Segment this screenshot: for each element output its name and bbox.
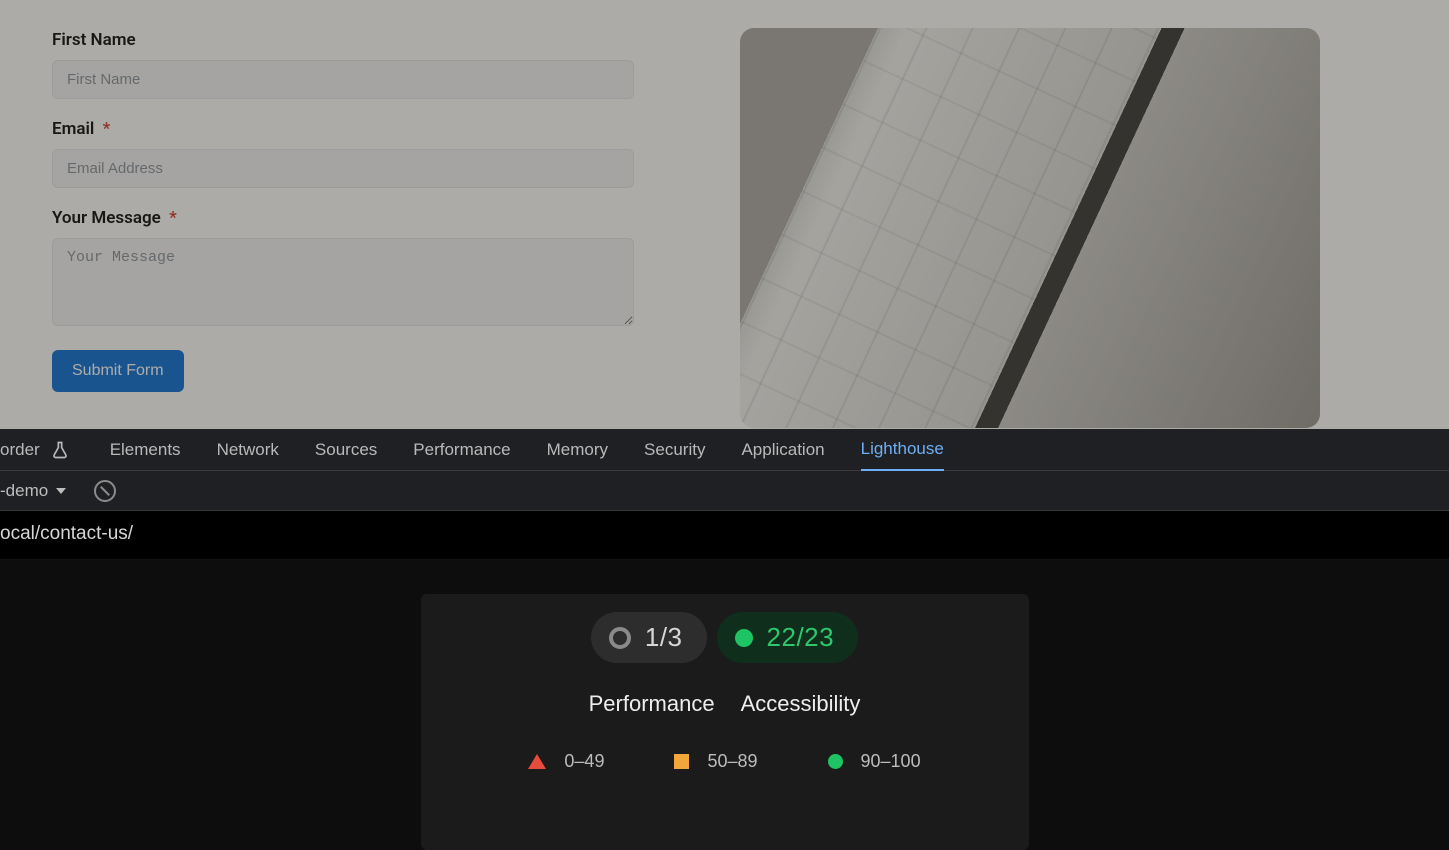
category-row: Performance Accessibility [589, 691, 861, 717]
hero-image [740, 28, 1320, 428]
legend-mid: 50–89 [674, 751, 757, 772]
message-textarea[interactable] [52, 238, 634, 326]
triangle-red-icon [528, 754, 546, 769]
legend-low-text: 0–49 [564, 751, 604, 772]
email-input[interactable] [52, 149, 634, 188]
chevron-down-icon [56, 488, 66, 494]
legend-low: 0–49 [528, 751, 604, 772]
tab-application[interactable]: Application [741, 430, 824, 470]
accessibility-score-pill[interactable]: 22/23 [717, 612, 859, 663]
tab-memory[interactable]: Memory [547, 430, 608, 470]
legend-high-text: 90–100 [861, 751, 921, 772]
message-field: Your Message * [52, 208, 640, 330]
tab-elements[interactable]: Elements [110, 430, 181, 470]
tab-lighthouse[interactable]: Lighthouse [861, 429, 944, 471]
tab-performance[interactable]: Performance [413, 430, 510, 470]
devtools-tabbar: order Elements Network Sources Performan… [0, 429, 1449, 471]
devtools-subbar: -demo [0, 471, 1449, 511]
label-text: Email [52, 119, 94, 139]
devtools-leading: order [0, 440, 74, 460]
devtools-panel: order Elements Network Sources Performan… [0, 429, 1449, 850]
tab-security[interactable]: Security [644, 430, 705, 470]
accessibility-score-text: 22/23 [767, 622, 835, 653]
email-field: Email * [52, 119, 640, 188]
email-label: Email * [52, 119, 640, 139]
performance-score-pill[interactable]: 1/3 [591, 612, 707, 663]
category-performance[interactable]: Performance [589, 691, 715, 717]
square-orange-icon [674, 754, 689, 769]
first-name-label: First Name [52, 30, 640, 50]
first-name-input[interactable] [52, 60, 634, 99]
submit-button[interactable]: Submit Form [52, 350, 184, 392]
message-label: Your Message * [52, 208, 640, 228]
dot-green-icon [828, 754, 843, 769]
dot-green-icon [735, 629, 753, 647]
label-text: Your Message [52, 208, 161, 228]
hero-image-column [700, 0, 1449, 429]
report-url: ocal/contact-us/ [0, 511, 1449, 560]
score-legend: 0–49 50–89 90–100 [528, 751, 920, 772]
lighthouse-report: 1/3 22/23 Performance Accessibility 0–49 [0, 560, 1449, 850]
performance-score-text: 1/3 [645, 622, 683, 653]
contact-form: First Name Email * Your Message * Submit… [0, 0, 700, 429]
legend-high: 90–100 [828, 751, 921, 772]
leading-text: order [0, 440, 40, 460]
label-text: First Name [52, 30, 136, 50]
ring-icon [609, 627, 631, 649]
tab-network[interactable]: Network [217, 430, 279, 470]
report-dropdown[interactable]: -demo [0, 481, 66, 501]
first-name-field: First Name [52, 30, 640, 99]
score-row: 1/3 22/23 [591, 612, 858, 663]
legend-mid-text: 50–89 [707, 751, 757, 772]
dropdown-text: -demo [0, 481, 48, 501]
webpage-viewport: First Name Email * Your Message * Submit… [0, 0, 1449, 429]
tab-sources[interactable]: Sources [315, 430, 377, 470]
clear-icon[interactable] [94, 480, 116, 502]
experiments-icon[interactable] [50, 440, 70, 460]
required-mark: * [103, 119, 111, 139]
category-accessibility[interactable]: Accessibility [741, 691, 861, 717]
required-mark: * [169, 208, 177, 228]
report-card: 1/3 22/23 Performance Accessibility 0–49 [421, 594, 1029, 850]
